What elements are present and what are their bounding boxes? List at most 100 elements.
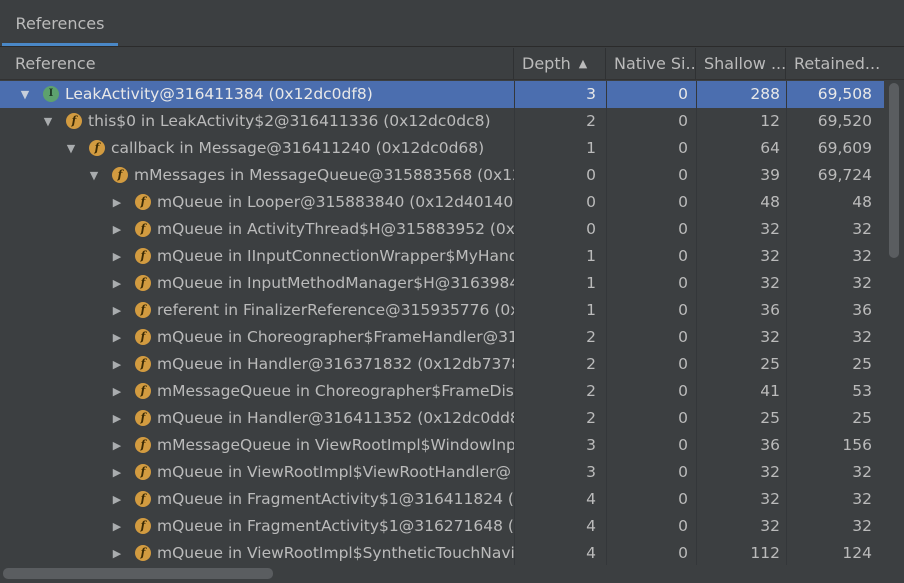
depth-cell: 3: [586, 436, 596, 454]
depth-cell: 2: [586, 112, 596, 130]
column-header-retained-size-label: Retained...: [794, 54, 881, 73]
instance-i-icon: I: [43, 86, 59, 102]
expand-down-triangle-icon[interactable]: ▼: [41, 108, 55, 135]
table-row[interactable]: ▶ f mQueue in ViewRootImpl$SyntheticTouchN…: [0, 540, 884, 565]
reference-label: mQueue in Choreographer$FrameHandler@31: [157, 328, 514, 346]
field-f-icon: f: [112, 167, 128, 183]
table-row[interactable]: ▶ f mQueue in FragmentActivity$1@316271648…: [0, 513, 884, 540]
table-row[interactable]: ▶ f mMessageQueue in Choreographer$FrameDi…: [0, 378, 884, 405]
depth-cell: 2: [586, 355, 596, 373]
table-row[interactable]: ▶ f mQueue in InputMethodManager$H@3163984…: [0, 270, 884, 297]
table-row[interactable]: ▶ f mQueue in Handler@316371832 (0x12db737…: [0, 351, 884, 378]
collapsed-right-triangle-icon[interactable]: ▶: [110, 189, 124, 216]
depth-cell: 0: [586, 220, 596, 238]
collapsed-right-triangle-icon[interactable]: ▶: [110, 486, 124, 513]
reference-cell: ▶ f mQueue in FragmentActivity$1@316271648…: [0, 513, 514, 540]
tab-references[interactable]: References: [2, 4, 118, 46]
vertical-scrollbar-thumb[interactable]: [889, 83, 899, 258]
field-f-icon: f: [135, 194, 151, 210]
reference-cell: ▶ f mQueue in Looper@315883840 (0x12d40140…: [0, 189, 514, 216]
collapsed-right-triangle-icon[interactable]: ▶: [110, 351, 124, 378]
native-size-cell: 0: [678, 436, 688, 454]
native-size-cell: 0: [678, 544, 688, 562]
table-row[interactable]: ▼ I LeakActivity@316411384 (0x12dc0df8) 3 0 2…: [0, 81, 884, 108]
table-row[interactable]: ▶ f mQueue in FragmentActivity$1@316411824…: [0, 486, 884, 513]
horizontal-scrollbar-thumb[interactable]: [3, 568, 273, 579]
column-divider: [606, 81, 607, 565]
table-row[interactable]: ▶ f referent in FinalizerReference@3159357…: [0, 297, 884, 324]
column-divider: [696, 81, 697, 565]
shallow-size-cell: 112: [750, 544, 780, 562]
table-header: Reference Depth ▲ Native Si... Shallow ..…: [0, 48, 904, 80]
table-row[interactable]: ▶ f mQueue in ViewRootImpl$ViewRootHandler…: [0, 459, 884, 486]
collapsed-right-triangle-icon[interactable]: ▶: [110, 216, 124, 243]
retained-size-cell: 69,724: [817, 166, 872, 184]
depth-cell: 4: [586, 517, 596, 535]
collapsed-right-triangle-icon[interactable]: ▶: [110, 378, 124, 405]
collapsed-right-triangle-icon[interactable]: ▶: [110, 297, 124, 324]
depth-cell: 4: [586, 490, 596, 508]
column-header-reference[interactable]: Reference: [0, 48, 514, 79]
native-size-cell: 0: [678, 85, 688, 103]
collapsed-right-triangle-icon[interactable]: ▶: [110, 270, 124, 297]
collapsed-right-triangle-icon[interactable]: ▶: [110, 243, 124, 270]
table-row[interactable]: ▶ f mQueue in Handler@316411352 (0x12dc0dd…: [0, 405, 884, 432]
reference-label: LeakActivity@316411384 (0x12dc0df8): [65, 85, 373, 103]
expand-down-triangle-icon[interactable]: ▼: [64, 135, 78, 162]
reference-label: mQueue in ViewRootImpl$SyntheticTouchNav…: [157, 544, 514, 562]
column-header-native-size-label: Native Si...: [614, 54, 696, 73]
retained-size-cell: 69,508: [817, 85, 872, 103]
collapsed-right-triangle-icon[interactable]: ▶: [110, 405, 124, 432]
table-row[interactable]: ▶ f mQueue in Choreographer$FrameHandler@3…: [0, 324, 884, 351]
collapsed-right-triangle-icon[interactable]: ▶: [110, 459, 124, 486]
shallow-size-cell: 32: [760, 490, 780, 508]
reference-label: mQueue in Handler@316411352 (0x12dc0dd8): [157, 409, 514, 427]
reference-label: mQueue in FragmentActivity$1@316271648 (…: [157, 517, 514, 535]
depth-cell: 2: [586, 409, 596, 427]
shallow-size-cell: 32: [760, 247, 780, 265]
field-f-icon: f: [135, 275, 151, 291]
retained-size-cell: 36: [852, 301, 872, 319]
expand-down-triangle-icon[interactable]: ▼: [18, 81, 32, 108]
field-f-icon: f: [135, 383, 151, 399]
reference-label: mQueue in Handler@316371832 (0x12db7378): [157, 355, 514, 373]
table-row[interactable]: ▼ f mMessages in MessageQueue@315883568 (0…: [0, 162, 884, 189]
collapsed-right-triangle-icon[interactable]: ▶: [110, 513, 124, 540]
reference-cell: ▶ f mQueue in Handler@316411352 (0x12dc0dd…: [0, 405, 514, 432]
field-f-icon: f: [135, 302, 151, 318]
table-row[interactable]: ▶ f mMessageQueue in ViewRootImpl$WindowIn…: [0, 432, 884, 459]
reference-label: mMessages in MessageQueue@315883568 (0x1…: [134, 166, 514, 184]
table-row[interactable]: ▶ f mQueue in Looper@315883840 (0x12d40140…: [0, 189, 884, 216]
column-header-shallow-size[interactable]: Shallow ...: [696, 48, 786, 79]
depth-cell: 1: [586, 274, 596, 292]
field-f-icon: f: [135, 410, 151, 426]
reference-cell: ▼ f mMessages in MessageQueue@315883568 (0…: [0, 162, 514, 189]
collapsed-right-triangle-icon[interactable]: ▶: [110, 324, 124, 351]
collapsed-right-triangle-icon[interactable]: ▶: [110, 432, 124, 459]
collapsed-right-triangle-icon[interactable]: ▶: [110, 540, 124, 565]
column-header-depth[interactable]: Depth ▲: [514, 48, 606, 79]
retained-size-cell: 32: [852, 220, 872, 238]
reference-tree-table[interactable]: ▼ I LeakActivity@316411384 (0x12dc0df8) 3 0 2…: [0, 81, 884, 565]
depth-cell: 4: [586, 544, 596, 562]
table-row[interactable]: ▼ f callback in Message@316411240 (0x12dc0…: [0, 135, 884, 162]
reference-cell: ▼ f callback in Message@316411240 (0x12dc0…: [0, 135, 514, 162]
reference-label: mMessageQueue in Choreographer$FrameDisp: [157, 382, 514, 400]
table-row[interactable]: ▼ f this$0 in LeakActivity$2@316411336 (0x…: [0, 108, 884, 135]
depth-cell: 0: [586, 166, 596, 184]
expand-down-triangle-icon[interactable]: ▼: [87, 162, 101, 189]
retained-size-cell: 69,520: [817, 112, 872, 130]
reference-label: mMessageQueue in ViewRootImpl$WindowInp: [157, 436, 514, 454]
native-size-cell: 0: [678, 112, 688, 130]
depth-cell: 1: [586, 139, 596, 157]
reference-cell: ▶ f mMessageQueue in Choreographer$FrameDi…: [0, 378, 514, 405]
column-header-depth-label: Depth: [522, 54, 571, 73]
column-header-retained-size[interactable]: Retained...: [786, 48, 884, 79]
depth-cell: 1: [586, 247, 596, 265]
native-size-cell: 0: [678, 382, 688, 400]
table-row[interactable]: ▶ f mQueue in ActivityThread$H@315883952 (…: [0, 216, 884, 243]
shallow-size-cell: 32: [760, 328, 780, 346]
column-header-native-size[interactable]: Native Si...: [606, 48, 696, 79]
depth-cell: 3: [586, 85, 596, 103]
table-row[interactable]: ▶ f mQueue in IInputConnectionWrapper$MyHa…: [0, 243, 884, 270]
